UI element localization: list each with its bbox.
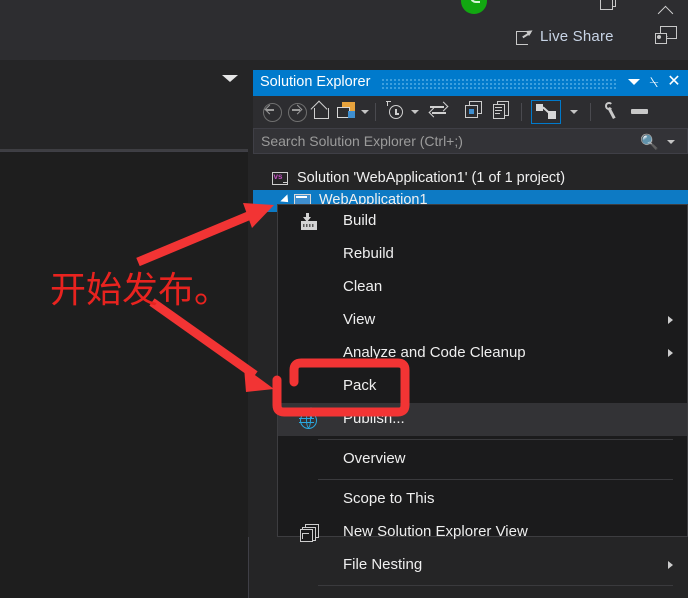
menu-item-label: File Nesting (343, 556, 423, 573)
submenu-arrow-icon (668, 561, 673, 569)
back-icon[interactable] (261, 101, 283, 123)
chevron-up-icon[interactable] (657, 0, 677, 16)
menu-separator (318, 479, 673, 480)
sync-with-active-document-icon[interactable] (337, 101, 359, 123)
menu-item-pack[interactable]: Pack (278, 370, 687, 403)
menu-separator (318, 439, 673, 440)
menu-separator (318, 585, 673, 586)
search-placeholder: Search Solution Explorer (Ctrl+;) (261, 133, 463, 149)
search-dropdown-caret[interactable] (667, 140, 675, 144)
visual-studio-window: Live Share Solution Explorer ⍀ ✕ Search … (0, 0, 688, 598)
restore-window-icon[interactable] (600, 0, 616, 10)
close-icon[interactable]: ✕ (666, 73, 682, 91)
editor-area (0, 60, 249, 598)
menu-item-label: Clean (343, 278, 383, 295)
magnifier-icon[interactable]: 🔍 (640, 133, 659, 151)
search-solution-explorer-input[interactable]: Search Solution Explorer (Ctrl+;) 🔍 (253, 128, 688, 154)
menu-item-analyze-and-code-cleanup[interactable]: Analyze and Code Cleanup (278, 337, 687, 370)
toolbar-separator (590, 103, 591, 121)
forward-icon[interactable] (286, 101, 308, 123)
solution-explorer-title-bar: Solution Explorer ⍀ ✕ (253, 70, 688, 96)
menu-item-publish[interactable]: Publish... (278, 403, 687, 436)
menu-item-label: Publish... (343, 410, 405, 427)
menu-item-label: Analyze and Code Cleanup (343, 344, 526, 361)
share-icon (516, 28, 533, 45)
chevron-down-icon[interactable] (628, 79, 640, 85)
pending-changes-clock-icon[interactable] (386, 101, 408, 123)
menu-item-label: Overview (343, 450, 406, 467)
pin-icon[interactable]: ⍀ (647, 74, 661, 92)
toolbar-separator (375, 103, 376, 121)
feedback-icon[interactable] (655, 26, 677, 46)
menu-item-build[interactable]: Build (278, 205, 687, 238)
menu-item-rebuild[interactable]: Rebuild (278, 238, 687, 271)
show-all-files-icon[interactable] (493, 101, 515, 123)
build-icon (300, 213, 318, 231)
refresh-icon[interactable] (428, 101, 451, 123)
properties-wrench-icon[interactable] (603, 101, 625, 123)
live-share-button[interactable]: Live Share (516, 24, 614, 48)
collapse-all-icon[interactable] (465, 101, 487, 123)
navigation-dropdown-caret[interactable] (222, 75, 238, 82)
solution-icon: vs (272, 172, 288, 186)
menu-item-scope-to-this[interactable]: Scope to This (278, 483, 687, 516)
menu-item-new-solution-explorer-view[interactable]: New Solution Explorer View (278, 516, 687, 549)
menu-item-label: New Solution Explorer View (343, 523, 528, 540)
solution-explorer-toolbar (253, 96, 688, 128)
toolbar-separator (521, 103, 522, 121)
window-top-strip: Live Share (0, 0, 688, 60)
menu-item-file-nesting[interactable]: File Nesting (278, 549, 687, 582)
menu-item-label: Pack (343, 377, 377, 394)
submenu-arrow-icon (668, 349, 673, 357)
menu-item-view[interactable]: View (278, 304, 687, 337)
editor-pane (0, 151, 249, 598)
green-notification-badge (461, 0, 487, 14)
publish-globe-icon (299, 407, 318, 429)
project-context-menu: Build Rebuild Clean View Analyze and Cod… (277, 204, 688, 586)
menu-item-label: Rebuild (343, 245, 394, 262)
home-icon[interactable] (310, 100, 333, 123)
menu-item-overview[interactable]: Overview (278, 443, 687, 476)
menu-item-label: View (343, 311, 376, 328)
new-solution-explorer-view-icon (300, 524, 319, 542)
properties-window-icon[interactable] (631, 101, 653, 123)
tree-item-solution[interactable]: vs Solution 'WebApplication1' (1 of 1 pr… (253, 168, 688, 190)
menu-item-clean[interactable]: Clean (278, 271, 687, 304)
pending-changes-caret[interactable] (411, 110, 419, 114)
menu-item-label: Scope to This (343, 490, 435, 507)
solution-explorer-title: Solution Explorer (260, 74, 371, 90)
tree-item-label: Solution 'WebApplication1' (1 of 1 proje… (297, 170, 566, 186)
sync-dropdown-caret[interactable] (361, 110, 369, 114)
properties-nav-caret[interactable] (570, 110, 578, 114)
properties-nav-icon[interactable] (531, 100, 561, 124)
submenu-arrow-icon (668, 316, 673, 324)
title-bar-drag-dots (381, 78, 616, 89)
live-share-label: Live Share (540, 27, 614, 45)
menu-item-label: Build (343, 212, 377, 229)
